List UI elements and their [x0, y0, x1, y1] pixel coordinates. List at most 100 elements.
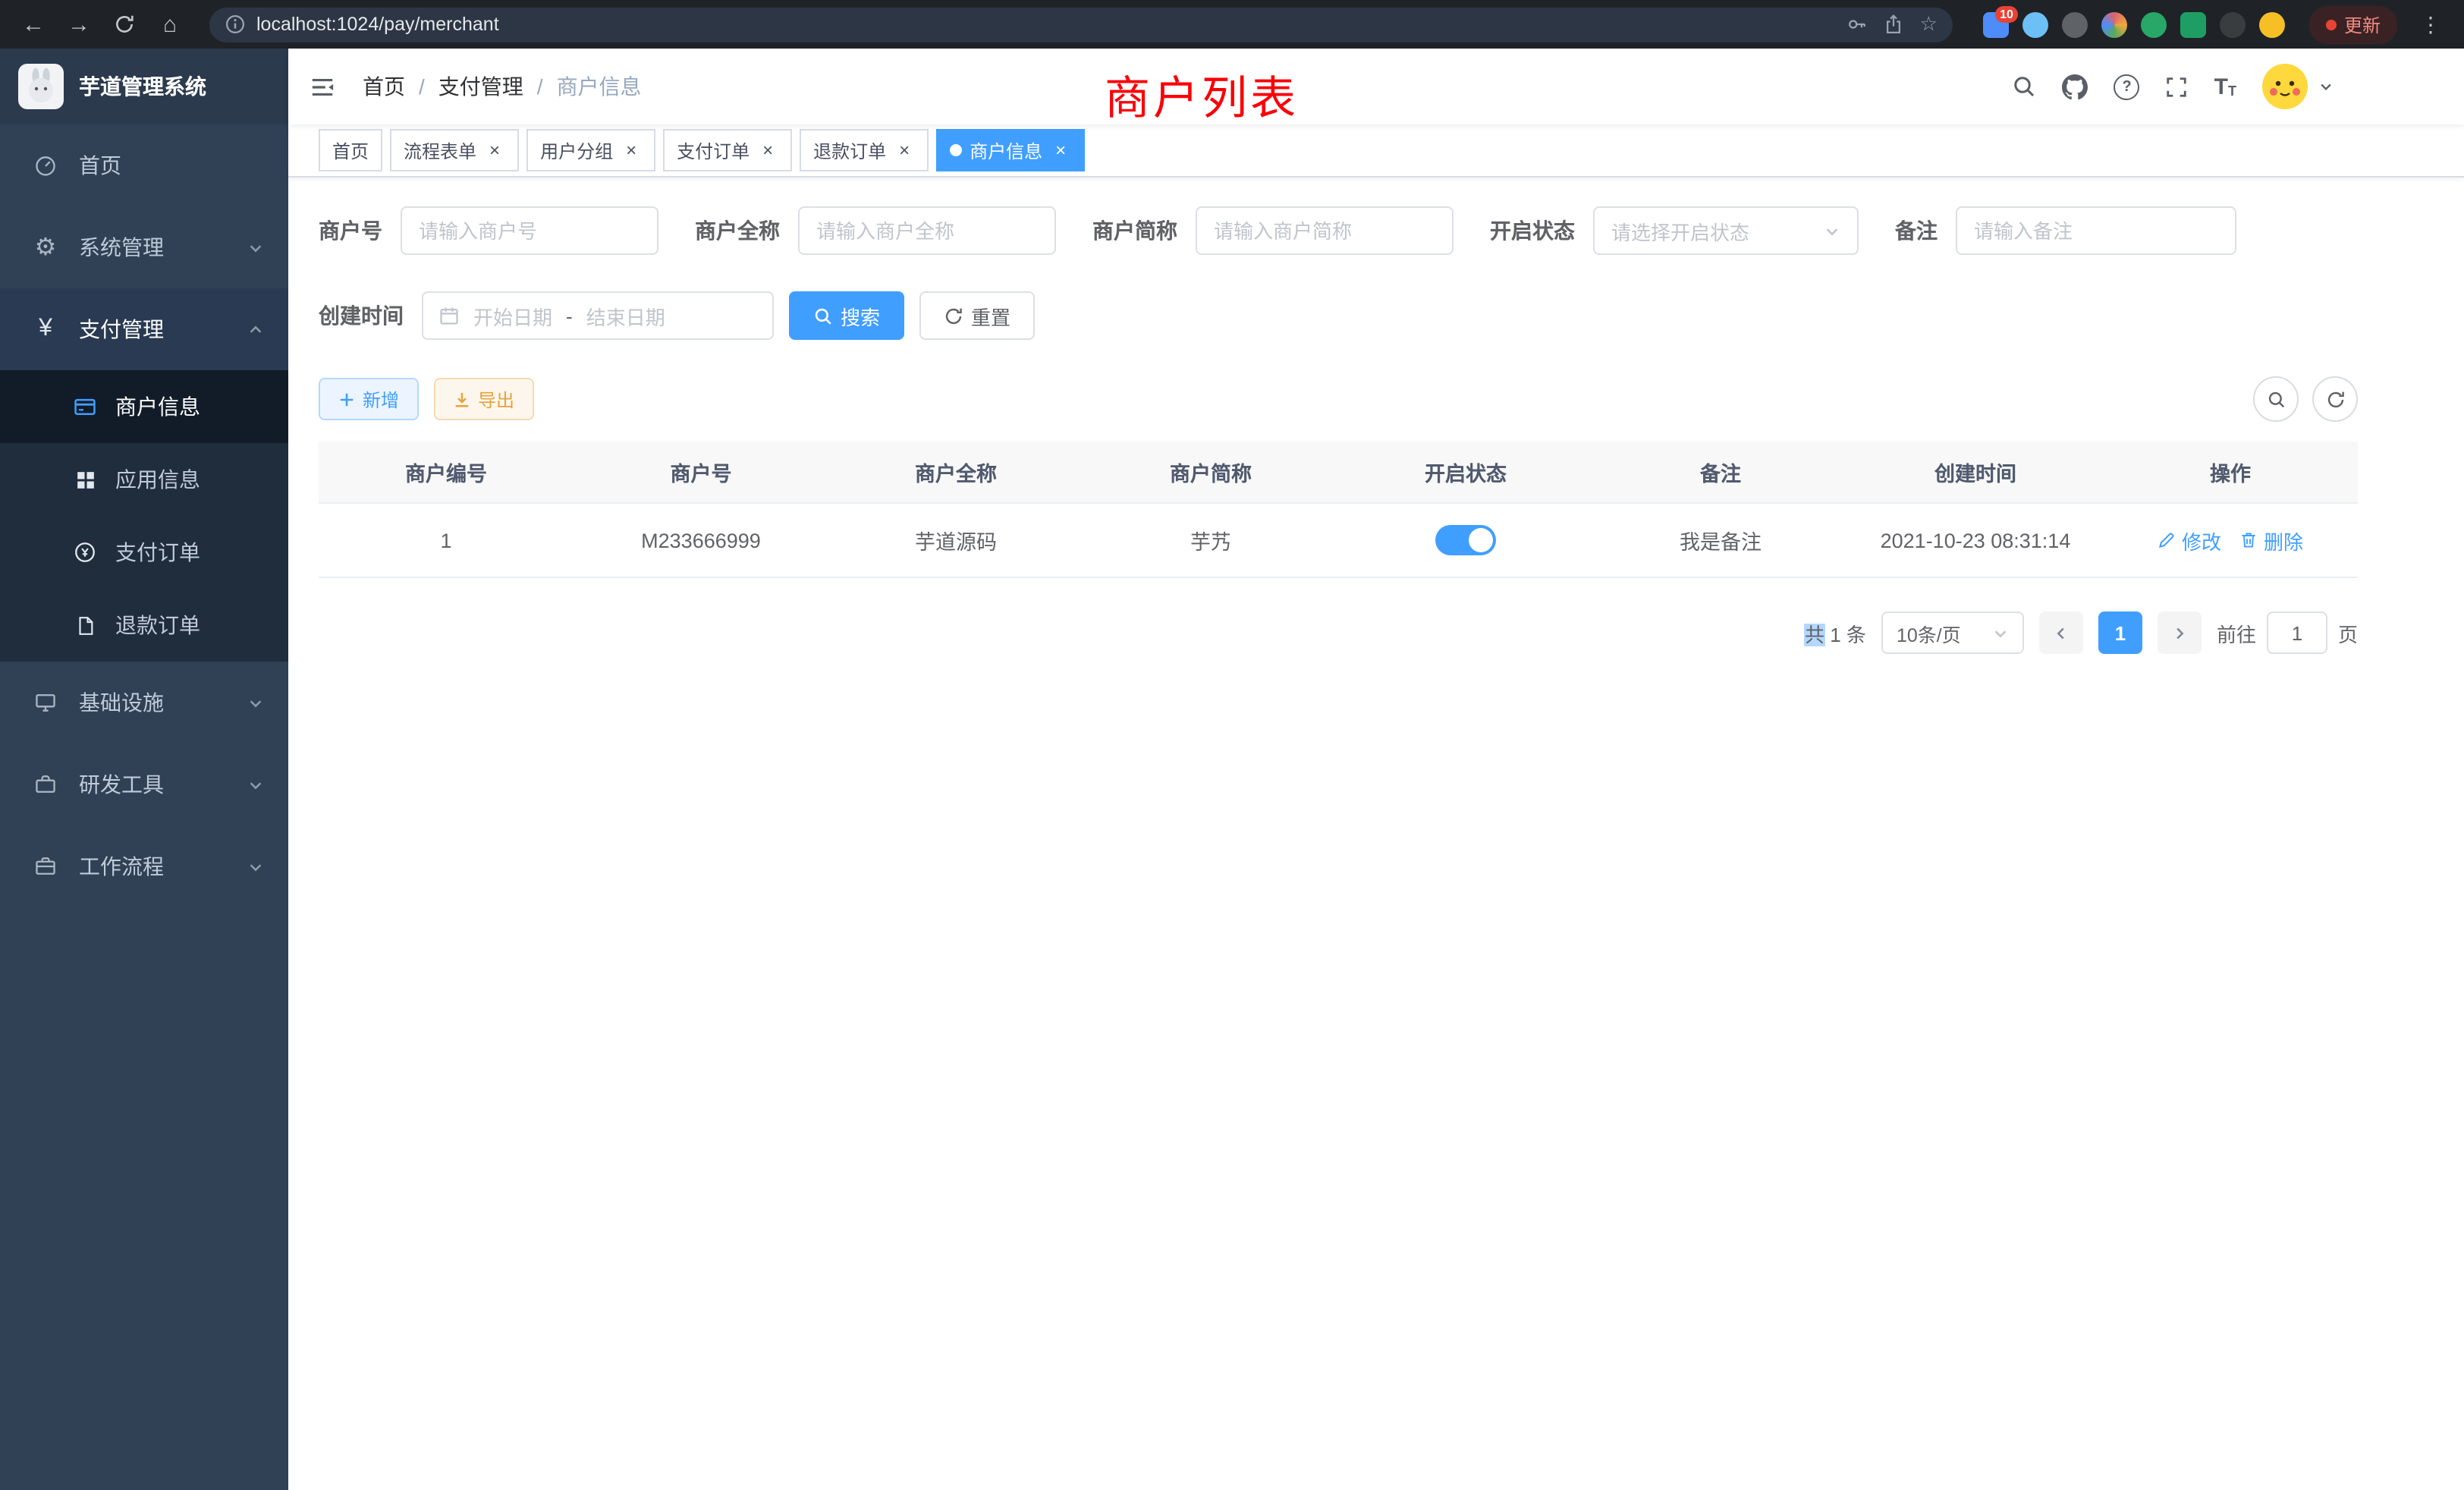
github-icon[interactable] [2063, 74, 2088, 99]
fullscreen-icon[interactable] [2166, 75, 2189, 98]
extension-icon-6[interactable] [2180, 11, 2206, 37]
column-header: 商户全称 [828, 442, 1083, 504]
merchant-shortname-input[interactable] [1196, 206, 1454, 255]
browser-forward-button[interactable]: → [61, 6, 97, 42]
page-size-select[interactable]: 10条/页 [1881, 611, 2024, 654]
prev-page-button[interactable] [2039, 611, 2083, 654]
user-avatar [2262, 64, 2308, 109]
close-icon[interactable]: × [484, 140, 505, 161]
tab-merchant-info[interactable]: 商户信息× [936, 129, 1085, 171]
tab-refund-order[interactable]: 退款订单 × [800, 129, 929, 171]
sidebar-item-home[interactable]: 首页 [0, 124, 288, 206]
sidebar-submenu-pay: 商户信息 应用信息 支付订单 [0, 370, 288, 662]
close-icon[interactable]: × [1050, 140, 1071, 161]
extension-icon-1[interactable]: 10 [1983, 11, 2009, 37]
sidebar-item-infrastructure[interactable]: 基础设施 [0, 662, 288, 743]
remark-input[interactable] [1956, 206, 2236, 255]
extension-icon-4[interactable] [2101, 11, 2127, 37]
next-page-button[interactable] [2158, 611, 2202, 654]
breadcrumb-home[interactable]: 首页 [363, 71, 405, 102]
sidebar-item-merchant-info[interactable]: 商户信息 [0, 370, 288, 443]
status-select-placeholder: 请选择开启状态 [1611, 216, 1824, 245]
status-select[interactable]: 请选择开启状态 [1593, 206, 1859, 255]
share-icon[interactable] [1884, 14, 1905, 35]
search-form-row-2: 创建时间 开始日期 - 结束日期 搜索 [319, 291, 2358, 340]
url-bar[interactable]: localhost:1024/pay/merchant ☆ [209, 7, 1953, 42]
chevron-right-icon [2171, 624, 2188, 641]
toggle-search-button[interactable] [2253, 376, 2299, 422]
browser-back-button[interactable]: ← [15, 6, 52, 42]
search-icon [813, 306, 833, 325]
dashboard-icon [30, 153, 61, 178]
help-icon[interactable]: ? [2114, 74, 2140, 99]
app-root: 芋道管理系统 首页 ⚙ 系统管理 [0, 49, 2464, 1490]
browser-refresh-button[interactable] [106, 6, 143, 42]
sidebar-item-system[interactable]: ⚙ 系统管理 [0, 206, 288, 288]
update-dot-icon [2326, 19, 2337, 30]
sidebar-item-pay[interactable]: ¥ 支付管理 [0, 288, 288, 370]
sidebar-item-dev-tools[interactable]: 研发工具 [0, 743, 288, 825]
browser-menu-button[interactable]: ⋮ [2412, 6, 2449, 42]
chevron-down-icon [247, 858, 264, 875]
goto-page-input[interactable] [2267, 611, 2327, 654]
extension-icon-3[interactable] [2062, 11, 2088, 37]
close-icon[interactable]: × [894, 140, 915, 161]
merchant-table: 商户编号 商户号 商户全称 商户简称 开启状态 备注 创建时间 操作 1 M23… [319, 442, 2358, 578]
browser-window: ← → ⌂ localhost:1024/pay/merchant ☆ [0, 0, 2464, 1490]
search-button[interactable]: 搜索 [789, 291, 904, 340]
extension-icon-2[interactable] [2022, 11, 2048, 37]
edit-link-label: 修改 [2182, 526, 2221, 555]
refresh-table-button[interactable] [2312, 376, 2358, 422]
add-button[interactable]: 新增 [319, 378, 419, 420]
monitor-icon [30, 690, 61, 715]
font-size-icon[interactable]: TT [2214, 75, 2236, 98]
refresh-icon [944, 306, 963, 325]
status-toggle[interactable] [1435, 525, 1496, 555]
collapse-sidebar-icon[interactable] [310, 74, 335, 99]
sidebar-group-pay: ¥ 支付管理 商户信息 [0, 288, 288, 662]
pagination-total-highlight: 共 [1805, 623, 1824, 646]
user-menu[interactable] [2262, 64, 2334, 109]
toolbox-icon [30, 772, 61, 797]
sidebar-item-workflow[interactable]: 工作流程 [0, 825, 288, 907]
sidebar-item-app-info[interactable]: 应用信息 [0, 443, 288, 516]
tab-label: 退款订单 [813, 137, 886, 163]
search-icon[interactable] [2013, 74, 2037, 99]
bookmark-star-icon[interactable]: ☆ [1920, 12, 1938, 36]
extension-icon-5[interactable] [2141, 11, 2167, 37]
gear-icon: ⚙ [30, 232, 61, 262]
sidebar-item-pay-order[interactable]: 支付订单 [0, 516, 288, 589]
column-header: 创建时间 [1848, 442, 2103, 504]
tab-process-form[interactable]: 流程表单× [390, 129, 519, 171]
sidebar-item-label: 首页 [79, 150, 121, 181]
tab-pay-order[interactable]: 支付订单× [663, 129, 792, 171]
sidebar-item-label: 退款订单 [115, 610, 200, 640]
profile-emoji-icon[interactable] [2259, 11, 2285, 37]
tab-home[interactable]: 首页 [319, 129, 382, 171]
edit-link[interactable]: 修改 [2158, 526, 2221, 555]
annotation-merchant-list: 商户列表 [1105, 61, 1299, 127]
close-icon[interactable]: × [621, 140, 642, 161]
password-key-icon[interactable] [1847, 14, 1868, 35]
delete-link-label: 删除 [2264, 526, 2303, 555]
app-grid-icon [70, 468, 100, 491]
update-button[interactable]: 更新 [2309, 5, 2397, 43]
page-info-icon[interactable] [225, 14, 246, 35]
close-icon[interactable]: × [757, 140, 778, 161]
reset-button[interactable]: 重置 [919, 291, 1035, 340]
export-button[interactable]: 导出 [434, 378, 534, 420]
pinned-extension-icon[interactable] [2220, 11, 2246, 37]
column-header: 开启状态 [1338, 442, 1593, 504]
merchant-fullname-input[interactable] [798, 206, 1056, 255]
sidebar-item-refund-order[interactable]: 退款订单 [0, 589, 288, 662]
app-logo[interactable]: 芋道管理系统 [0, 49, 288, 124]
page-1-button[interactable]: 1 [2098, 611, 2142, 654]
refund-doc-icon [70, 614, 100, 637]
breadcrumb-pay[interactable]: 支付管理 [438, 71, 523, 102]
delete-link[interactable]: 删除 [2239, 526, 2303, 555]
tab-user-group[interactable]: 用户分组× [526, 129, 655, 171]
browser-home-button[interactable]: ⌂ [152, 6, 188, 42]
merchant-no-input[interactable] [401, 206, 658, 255]
breadcrumb-separator: / [419, 74, 425, 99]
create-time-range-picker[interactable]: 开始日期 - 结束日期 [422, 291, 774, 340]
